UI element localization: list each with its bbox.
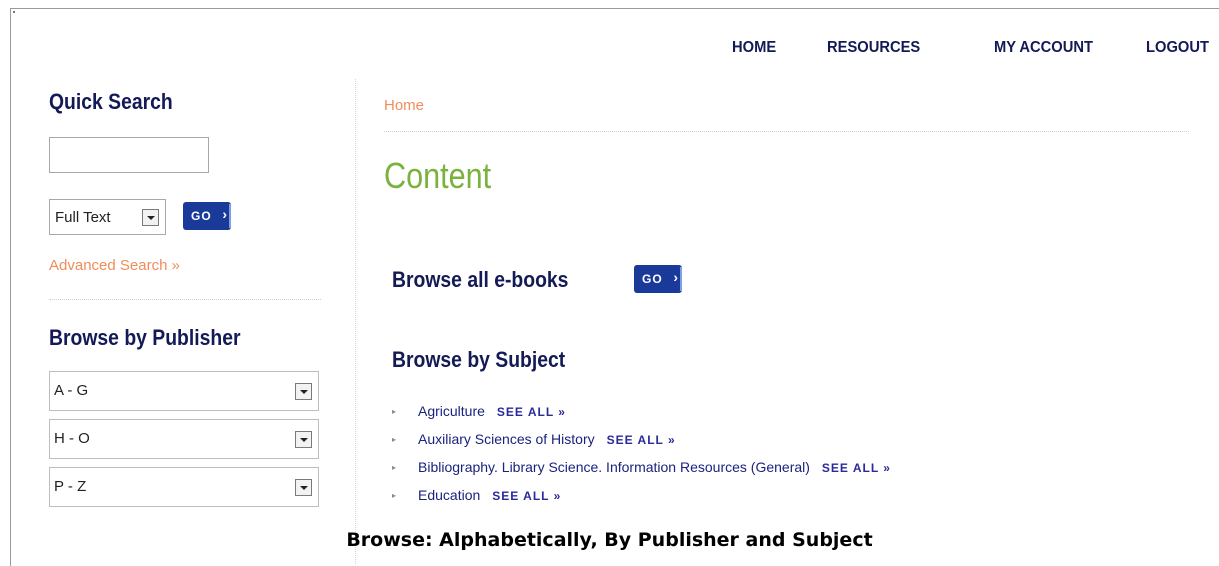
go-label: GO (642, 272, 663, 286)
quick-search-input[interactable] (49, 137, 209, 173)
publisher-range-label: A - G (54, 382, 89, 399)
publisher-range-label: H - O (54, 430, 90, 447)
see-all-link[interactable]: SEE ALL » (497, 405, 566, 419)
publisher-select-a-g[interactable]: A - G (49, 371, 319, 411)
chevron-right-icon: › (222, 206, 228, 222)
see-all-link[interactable]: SEE ALL » (607, 433, 676, 447)
nav-home-link[interactable]: HOME (732, 39, 776, 57)
see-all-link[interactable]: SEE ALL » (492, 489, 561, 503)
dropdown-arrow-icon[interactable] (142, 209, 159, 226)
sidebar-divider (49, 299, 321, 300)
bullet-icon: ▸ (392, 491, 397, 500)
publisher-select-h-o[interactable]: H - O (49, 419, 319, 459)
nav-resources-link[interactable]: RESOURCES (827, 39, 920, 57)
nav-logout-link[interactable]: LOGOUT (1146, 39, 1209, 57)
breadcrumb-home-link[interactable]: Home (384, 97, 424, 114)
page-title: Content (384, 155, 492, 196)
dropdown-arrow-icon[interactable] (295, 431, 312, 448)
page-frame: HOME RESOURCES MY ACCOUNT LOGOUT Quick S… (10, 8, 1219, 566)
search-type-select[interactable]: Full Text (49, 199, 166, 235)
see-all-link[interactable]: SEE ALL » (822, 461, 891, 475)
publisher-range-label: P - Z (54, 478, 87, 495)
chevron-right-icon: › (673, 269, 679, 285)
nav-my-account-link[interactable]: MY ACCOUNT (994, 39, 1093, 57)
publisher-select-p-z[interactable]: P - Z (49, 467, 319, 507)
subject-link[interactable]: Bibliography. Library Science. Informati… (418, 459, 810, 475)
bullet-icon: ▸ (392, 435, 397, 444)
browse-all-ebooks-heading: Browse all e-books (392, 267, 569, 292)
figure-caption: Browse: Alphabetically, By Publisher and… (346, 529, 873, 551)
browse-by-publisher-heading: Browse by Publisher (49, 325, 241, 350)
quick-search-go-button[interactable]: GO › (183, 202, 231, 230)
subject-link[interactable]: Auxiliary Sciences of History (418, 431, 595, 447)
search-type-value: Full Text (55, 209, 111, 226)
advanced-search-link[interactable]: Advanced Search » (49, 257, 180, 274)
go-label: GO (191, 209, 212, 223)
dropdown-arrow-icon[interactable] (295, 383, 312, 400)
dropdown-arrow-icon[interactable] (295, 479, 312, 496)
subject-link[interactable]: Education (418, 487, 480, 503)
bullet-icon: ▸ (392, 407, 397, 416)
frame-corner-mark (13, 11, 15, 13)
bullet-icon: ▸ (392, 463, 397, 472)
subject-link[interactable]: Agriculture (418, 403, 485, 419)
browse-ebooks-go-button[interactable]: GO › (634, 265, 682, 293)
column-divider (355, 79, 356, 564)
browse-by-subject-heading: Browse by Subject (392, 347, 566, 372)
quick-search-heading: Quick Search (49, 89, 173, 114)
breadcrumb-divider (384, 131, 1189, 132)
